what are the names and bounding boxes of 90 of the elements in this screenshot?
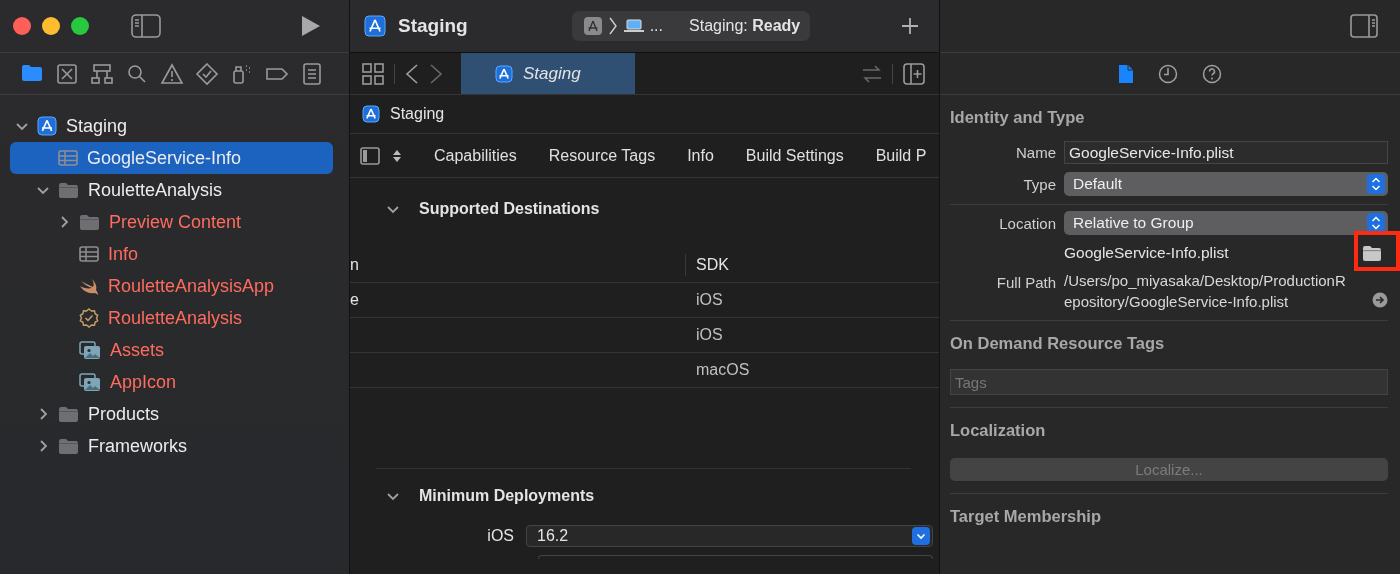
hierarchy-icon[interactable] [90,61,114,86]
column-header[interactable]: n [350,256,685,274]
diamond-check-icon[interactable] [195,61,219,86]
stepper-icon [1367,174,1385,194]
tree-item[interactable]: RouletteAnalysis [10,174,333,206]
folder-button[interactable] [1360,243,1384,263]
section-tab[interactable]: Info [687,146,714,165]
field-label: Name [1015,144,1056,161]
section-title: Localization [950,420,1047,441]
laptop-icon [623,19,644,33]
sidebar-toggle-icon[interactable] [131,14,161,38]
type-dropdown[interactable]: Default [1064,172,1388,196]
zoom-button[interactable] [71,17,89,35]
arrow-circle-icon[interactable] [1372,292,1388,308]
image-stack-icon [79,340,101,360]
help-icon[interactable] [1202,63,1222,84]
tree-item[interactable]: Products [10,398,333,430]
chevron-right-icon [607,17,618,35]
file-name: GoogleService-Info.plist [1064,244,1229,262]
field-label: Full Path [995,273,1056,291]
version-dropdown[interactable]: 16.2 [526,525,933,547]
name-field[interactable]: GoogleService-Info.plist [1064,141,1388,164]
tree-item[interactable]: GoogleService-Info [10,142,333,174]
tree-item[interactable]: Staging [10,110,333,142]
tree-item[interactable]: RouletteAnalysis [10,302,333,334]
image-stack-icon [79,372,101,392]
minimize-button[interactable] [42,17,60,35]
section-tab[interactable]: Build Settings [745,146,844,165]
add-editor-icon[interactable] [903,62,925,85]
badge-check-icon [79,308,99,328]
tree-item[interactable]: RouletteAnalysisApp [10,270,333,302]
close-button[interactable] [13,17,31,35]
scheme-selector[interactable]: ... Staging: Ready [571,11,811,41]
ellipsis-text: ... [649,17,663,35]
folder-icon [79,213,100,231]
folder-icon [58,405,79,423]
warning-icon[interactable] [160,61,184,86]
file-path: /Users/po_miyasaka/Desktop/ProductionRepository/GoogleService-Info.plist [1064,271,1347,312]
play-icon[interactable] [301,15,321,37]
section-title: On Demand Resource Tags [950,333,1166,354]
tree-item[interactable]: Frameworks [10,430,333,462]
clock-icon[interactable] [1158,63,1178,84]
field-label: iOS [486,527,515,545]
inspector-toggle-icon[interactable] [1350,14,1378,38]
forward-icon[interactable] [429,63,443,84]
stepper-icon [1367,213,1385,233]
list-icon[interactable] [300,61,324,86]
table-icon [58,149,78,167]
plus-icon[interactable] [901,17,919,35]
field-label: Type [1022,175,1056,193]
folder-icon [58,437,79,455]
table-cell-text: iOS [695,326,723,344]
chevron-down-icon [912,527,930,545]
folder-icon [1362,245,1382,261]
section-title: Minimum Deployments [419,487,595,505]
swap-arrows-icon[interactable] [862,64,882,83]
tree-item[interactable]: Info [10,238,333,270]
square-x-icon[interactable] [55,61,79,86]
tree-item[interactable]: Assets [10,334,333,366]
column-header[interactable]: SDK [685,254,729,276]
location-dropdown[interactable]: Relative to Group [1064,211,1388,235]
app-icon [37,116,57,136]
app-icon [364,15,386,37]
section-tab[interactable]: Capabilities [434,146,517,165]
app-icon [495,64,513,83]
grid-icon[interactable] [362,62,384,85]
app-icon [362,105,380,123]
sidebar-toggle-icon[interactable] [360,146,380,165]
editor-tab[interactable]: Staging [461,53,635,94]
table-cell-text: e [350,291,360,309]
stepper-icon[interactable] [392,148,402,163]
section-tab[interactable]: Build P [875,146,927,165]
status-text: Staging: Ready [689,17,801,35]
back-icon[interactable] [405,63,419,84]
document-icon[interactable] [1118,63,1134,84]
window-title: Staging [398,15,468,37]
table-cell-text: macOS [695,361,750,379]
breadcrumb-item[interactable]: Staging [390,105,445,123]
section-title: Supported Destinations [419,199,600,218]
tree-item[interactable]: AppIcon [10,366,333,398]
tags-field[interactable]: Tags [950,369,1388,395]
app-icon [583,17,602,35]
section-title: Identity and Type [950,107,1086,128]
table-cell-text: iOS [695,291,723,309]
section-tab[interactable]: Resource Tags [548,146,656,165]
field-label: Location [998,214,1056,232]
folder-icon [58,181,79,199]
table-icon [79,245,99,263]
section-title: Target Membership [950,506,1102,527]
tree-item[interactable]: Preview Content [10,206,333,238]
